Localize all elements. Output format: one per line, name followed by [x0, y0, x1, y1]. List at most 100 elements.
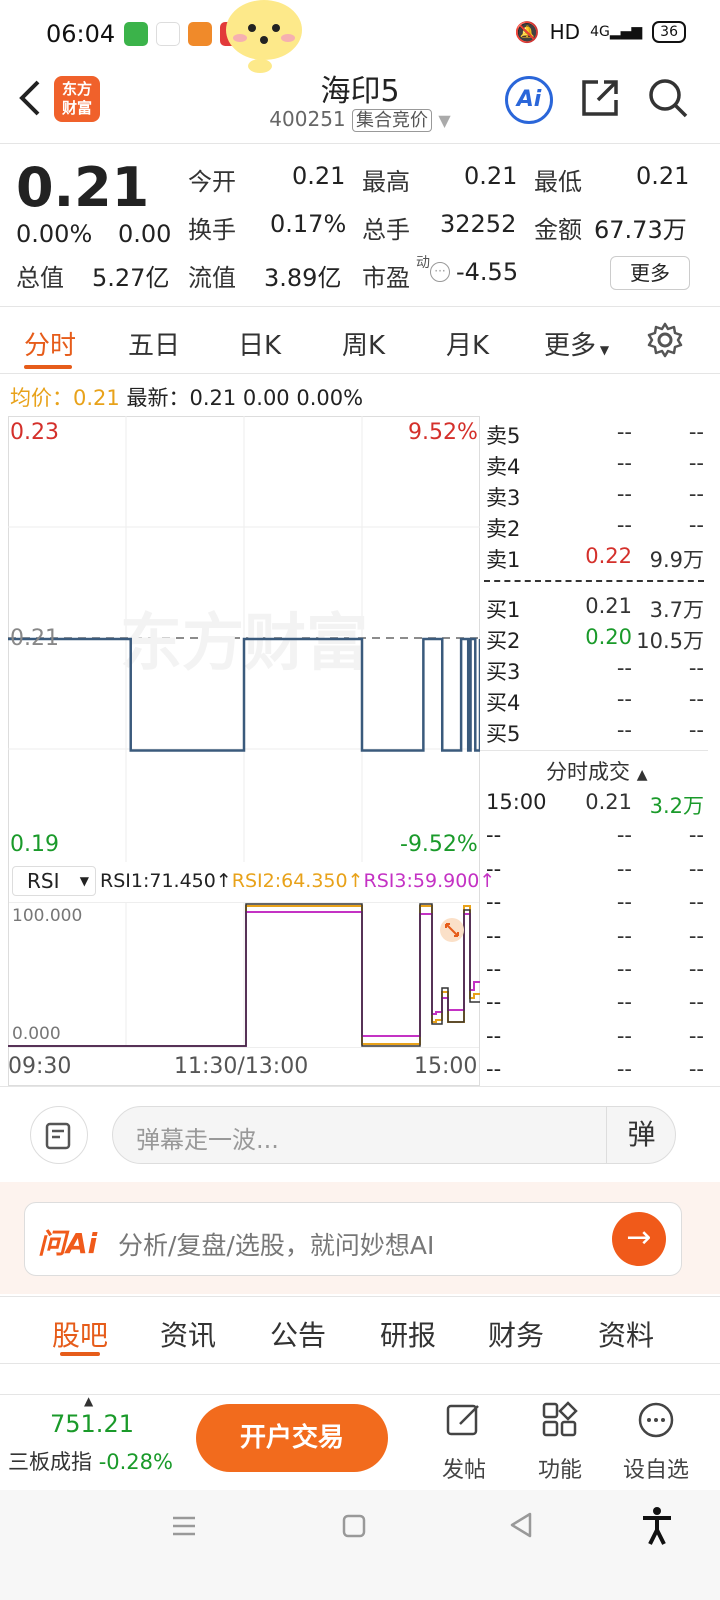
danmu-toggle-button[interactable]: 弹	[606, 1106, 676, 1164]
trade-vol: --	[688, 890, 704, 915]
trade-price: --	[616, 856, 632, 881]
indicator-select[interactable]: RSI ▼	[12, 866, 96, 896]
caret-up-icon: ▲	[84, 1394, 94, 1408]
caret-down-icon: ▼	[438, 111, 451, 130]
low-value: 0.21	[636, 162, 690, 190]
add-watchlist-button[interactable]: 设自选	[616, 1400, 696, 1484]
buy-row: 买2 0.20 10.5万	[486, 625, 706, 656]
ai-button[interactable]: Ai	[505, 76, 553, 124]
pe-label: 市盈	[362, 264, 410, 292]
tab-more[interactable]: 更多 ▼	[544, 325, 609, 362]
buy-vol: 3.7万	[649, 598, 704, 622]
x-tick-start: 09:30	[8, 1054, 72, 1079]
volume-label: 总手	[362, 216, 410, 244]
danmu-list-button[interactable]	[30, 1106, 88, 1164]
sell-label: 卖2	[486, 517, 521, 541]
buy-label: 买3	[486, 660, 521, 684]
index-name[interactable]: 三板成指 -0.28%	[8, 1446, 173, 1476]
sell-vol: --	[688, 451, 704, 475]
buy-price: --	[616, 687, 632, 711]
rsi-max-label: 100.000	[12, 906, 83, 926]
network-label: HD	[549, 20, 581, 44]
search-button[interactable]	[646, 76, 690, 124]
recent-apps-button[interactable]	[170, 1512, 198, 1544]
watchlist-label: 设自选	[622, 1458, 689, 1483]
sell-row: 卖1 0.22 9.9万	[486, 544, 706, 575]
tab-finance[interactable]: 财务	[488, 1314, 544, 1354]
high-label: 最高	[362, 168, 410, 196]
sell-label: 卖4	[486, 455, 521, 479]
avg-price-value: 0.21	[73, 386, 120, 410]
square-icon	[342, 1514, 366, 1538]
latest-change: 0.00	[242, 386, 290, 410]
tab-profile[interactable]: 资料	[598, 1314, 654, 1354]
home-button[interactable]	[340, 1512, 368, 1544]
order-book-divider	[484, 580, 704, 582]
function-button[interactable]: 功能	[520, 1400, 600, 1484]
triangle-back-icon	[510, 1512, 532, 1538]
caret-down-icon: ▼	[79, 874, 89, 888]
tab-daily-k[interactable]: 日K	[238, 325, 281, 362]
tab-weekly-k[interactable]: 周K	[342, 325, 385, 362]
buy-row: 买3 -- --	[486, 656, 706, 687]
more-dots-icon[interactable]: ···	[430, 262, 450, 282]
share-button[interactable]	[578, 76, 622, 124]
sell-price: --	[616, 482, 632, 506]
latest-value: 0.21	[189, 386, 237, 410]
market-cap-value: 5.27亿	[92, 264, 170, 292]
trades-title-label: 分时成交	[546, 760, 630, 784]
sell-label: 卖5	[486, 424, 521, 448]
index-name-label: 三板成指	[8, 1450, 92, 1474]
buy-label: 买1	[486, 598, 521, 622]
tab-five-day[interactable]: 五日	[128, 325, 180, 362]
pe-value: -4.55	[456, 258, 519, 286]
accessibility-button[interactable]	[640, 1506, 674, 1550]
gear-icon	[647, 322, 683, 358]
open-account-trade-button[interactable]: 开户交易	[196, 1404, 388, 1472]
arrow-right-icon: →	[626, 1220, 652, 1255]
trade-label: --	[486, 856, 502, 881]
index-value: 751.21	[50, 1410, 134, 1438]
chart-settings-button[interactable]	[646, 321, 684, 363]
intraday-price-chart[interactable]: 东方财富	[8, 416, 480, 862]
sell-row: 卖3 -- --	[486, 482, 706, 513]
tab-news[interactable]: 资讯	[160, 1314, 216, 1354]
trade-price: --	[616, 990, 632, 1015]
y-min-pct-label: -9.52%	[400, 832, 478, 857]
sell-price: --	[616, 420, 632, 444]
trade-price: 0.21	[585, 790, 632, 814]
danmu-placeholder: 弹幕走一波...	[136, 1126, 279, 1154]
buy-row: 买1 0.21 3.7万	[486, 594, 706, 625]
trade-vol: 3.2万	[649, 794, 704, 818]
buy-price: --	[616, 656, 632, 680]
open-value: 0.21	[292, 162, 346, 190]
back-nav-button[interactable]	[506, 1510, 536, 1544]
trade-vol: --	[688, 823, 704, 848]
tab-research[interactable]: 研报	[380, 1314, 436, 1354]
more-quote-button[interactable]: 更多	[610, 256, 690, 290]
tab-guba[interactable]: 股吧	[52, 1314, 108, 1354]
trade-vol: --	[688, 957, 704, 981]
x-tick-mid: 11:30/13:00	[174, 1054, 309, 1079]
battery-indicator: 36	[652, 21, 686, 43]
tab-announcements[interactable]: 公告	[270, 1314, 326, 1354]
tab-monthly-k[interactable]: 月K	[446, 325, 489, 362]
system-nav-bar	[0, 1490, 720, 1600]
trade-row: -- -- --	[486, 823, 706, 854]
mute-icon: 🔕	[514, 20, 540, 44]
buy-price: --	[616, 718, 632, 742]
amount-label: 金额	[534, 216, 582, 244]
list-settings-icon	[45, 1122, 71, 1150]
rsi1-value: RSI1:71.450↑	[100, 870, 232, 892]
trades-title[interactable]: 分时成交 ▲	[546, 756, 647, 786]
post-button[interactable]: 发帖	[424, 1400, 504, 1484]
order-book: 卖5 -- -- 卖4 -- -- 卖3 -- -- 卖2 -- -- 卖1 0.22 9.9万 买1 0.21…	[480, 416, 708, 1086]
trade-row: -- -- --	[486, 1024, 706, 1055]
buy-vol: 10.5万	[636, 629, 704, 653]
ai-go-button[interactable]: →	[612, 1212, 666, 1266]
accessibility-icon	[643, 1507, 671, 1545]
trade-label: 15:00	[486, 790, 547, 814]
tab-intraday[interactable]: 分时	[24, 325, 76, 362]
trade-vol: --	[688, 990, 704, 1015]
float-cap-value: 3.89亿	[264, 264, 342, 292]
